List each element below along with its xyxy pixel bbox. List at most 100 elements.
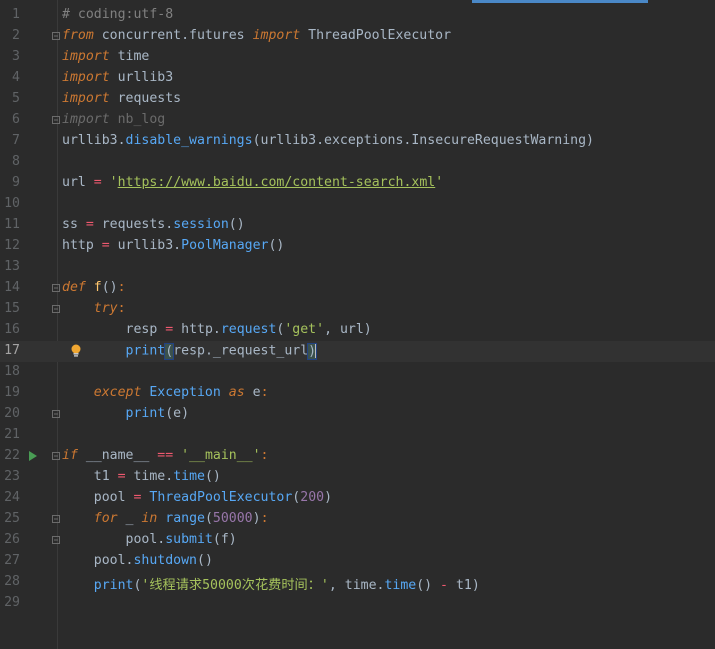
code-line-16[interactable]: 16 resp = http.request('get', url)	[0, 320, 715, 341]
line-number[interactable]: 19	[0, 385, 20, 400]
code-text[interactable]: pool = ThreadPoolExecutor(200)	[62, 490, 332, 505]
code-text[interactable]: urllib3.disable_warnings(urllib3.excepti…	[62, 133, 594, 148]
code-line-19[interactable]: 19 except Exception as e:	[0, 383, 715, 404]
keyword: import	[62, 91, 110, 106]
code-line-14[interactable]: 14 def f():	[0, 278, 715, 299]
fold-marker-icon[interactable]	[52, 32, 60, 40]
line-number[interactable]: 4	[0, 70, 20, 85]
code-line-26[interactable]: 26 pool.submit(f)	[0, 530, 715, 551]
code-line-1[interactable]: 1 # coding:utf-8	[0, 5, 715, 26]
line-number[interactable]: 28	[0, 574, 20, 589]
line-number[interactable]: 11	[0, 217, 20, 232]
line-number[interactable]: 5	[0, 91, 20, 106]
line-number[interactable]: 18	[0, 364, 20, 379]
code-line-8[interactable]: 8	[0, 152, 715, 173]
line-number[interactable]: 27	[0, 553, 20, 568]
paren: )	[324, 490, 333, 505]
object-ref: time.	[125, 469, 174, 484]
code-line-5[interactable]: 5 import requests	[0, 89, 715, 110]
line-number[interactable]: 24	[0, 490, 20, 505]
line-number[interactable]: 14	[0, 280, 20, 295]
line-number[interactable]: 20	[0, 406, 20, 421]
code-text[interactable]: from concurrent.futures import ThreadPoo…	[62, 28, 451, 43]
code-text[interactable]: # coding:utf-8	[62, 7, 173, 22]
code-text[interactable]: print('线程请求50000次花费时间：', time.time() - t…	[62, 574, 480, 593]
fold-marker-icon[interactable]	[52, 410, 60, 418]
code-line-25[interactable]: 25 for _ in range(50000):	[0, 509, 715, 530]
code-line-29[interactable]: 29	[0, 593, 715, 614]
line-number[interactable]: 16	[0, 322, 20, 337]
code-line-20[interactable]: 20 print(e)	[0, 404, 715, 425]
fold-marker-icon[interactable]	[52, 536, 60, 544]
code-text[interactable]: t1 = time.time()	[62, 469, 221, 484]
code-line-21[interactable]: 21	[0, 425, 715, 446]
code-line-13[interactable]: 13	[0, 257, 715, 278]
fold-marker-icon[interactable]	[52, 116, 60, 124]
code-text[interactable]: ss = requests.session()	[62, 217, 245, 232]
fold-marker-icon[interactable]	[52, 305, 60, 313]
line-number[interactable]: 1	[0, 7, 20, 22]
line-number[interactable]: 3	[0, 49, 20, 64]
code-line-2[interactable]: 2 from concurrent.futures import ThreadP…	[0, 26, 715, 47]
fold-marker-icon[interactable]	[52, 284, 60, 292]
code-line-9[interactable]: 9 url = 'https://www.baidu.com/content-s…	[0, 173, 715, 194]
code-text[interactable]: import urllib3	[62, 70, 173, 85]
code-line-3[interactable]: 3 import time	[0, 47, 715, 68]
code-text[interactable]: pool.shutdown()	[62, 553, 213, 568]
line-number[interactable]: 13	[0, 259, 20, 274]
code-text[interactable]: try:	[62, 301, 126, 316]
code-text[interactable]: import requests	[62, 91, 181, 106]
url-link[interactable]: https://www.baidu.com/content-search.xml	[118, 175, 436, 190]
code-text[interactable]: import time	[62, 49, 149, 64]
line-number[interactable]: 17	[0, 343, 20, 358]
params: ()	[101, 280, 118, 295]
object-ref: urllib3.	[109, 238, 182, 253]
code-line-12[interactable]: 12 http = urllib3.PoolManager()	[0, 236, 715, 257]
code-text[interactable]: print(resp._request_url)	[62, 342, 318, 360]
builtin-call: print	[93, 578, 134, 593]
line-number[interactable]: 15	[0, 301, 20, 316]
line-number[interactable]: 29	[0, 595, 20, 610]
line-number[interactable]: 9	[0, 175, 20, 190]
code-text[interactable]: pool.submit(f)	[62, 532, 237, 547]
line-number[interactable]: 23	[0, 469, 20, 484]
imported-name: requests	[109, 91, 182, 106]
code-line-23[interactable]: 23 t1 = time.time()	[0, 467, 715, 488]
code-text[interactable]: import nb_log	[62, 112, 165, 127]
fold-marker-icon[interactable]	[52, 452, 60, 460]
line-number[interactable]: 21	[0, 427, 20, 442]
line-number[interactable]: 12	[0, 238, 20, 253]
code-line-7[interactable]: 7 urllib3.disable_warnings(urllib3.excep…	[0, 131, 715, 152]
code-line-4[interactable]: 4 import urllib3	[0, 68, 715, 89]
code-line-18[interactable]: 18	[0, 362, 715, 383]
code-text[interactable]: resp = http.request('get', url)	[62, 322, 372, 337]
code-line-24[interactable]: 24 pool = ThreadPoolExecutor(200)	[0, 488, 715, 509]
code-line-27[interactable]: 27 pool.shutdown()	[0, 551, 715, 572]
fold-marker-icon[interactable]	[52, 515, 60, 523]
code-line-10[interactable]: 10	[0, 194, 715, 215]
code-line-15[interactable]: 15 try:	[0, 299, 715, 320]
code-editor[interactable]: 1 # coding:utf-8 2 from concurrent.futur…	[0, 0, 715, 649]
code-text[interactable]: url = 'https://www.baidu.com/content-sea…	[62, 175, 443, 190]
code-text[interactable]: def f():	[62, 280, 126, 295]
code-line-11[interactable]: 11 ss = requests.session()	[0, 215, 715, 236]
line-number[interactable]: 26	[0, 532, 20, 547]
line-number[interactable]: 22	[0, 448, 20, 463]
code-line-22[interactable]: 22 if __name__ == '__main__':	[0, 446, 715, 467]
code-line-6[interactable]: 6 import nb_log	[0, 110, 715, 131]
code-text[interactable]: except Exception as e:	[62, 385, 269, 400]
line-number[interactable]: 25	[0, 511, 20, 526]
line-number[interactable]: 6	[0, 112, 20, 127]
line-number[interactable]: 7	[0, 133, 20, 148]
line-number[interactable]: 8	[0, 154, 20, 169]
code-line-17-current[interactable]: 17 print(resp._request_url)	[0, 341, 715, 362]
code-text[interactable]: http = urllib3.PoolManager()	[62, 238, 284, 253]
code-text[interactable]: print(e)	[62, 406, 190, 421]
code-text[interactable]: if __name__ == '__main__':	[62, 448, 269, 463]
line-number[interactable]: 10	[0, 196, 20, 211]
run-arrow-icon[interactable]	[29, 451, 37, 461]
variable: resp	[125, 322, 166, 337]
line-number[interactable]: 2	[0, 28, 20, 43]
code-line-28[interactable]: 28 print('线程请求50000次花费时间：', time.time() …	[0, 572, 715, 593]
code-text[interactable]: for _ in range(50000):	[62, 511, 269, 526]
